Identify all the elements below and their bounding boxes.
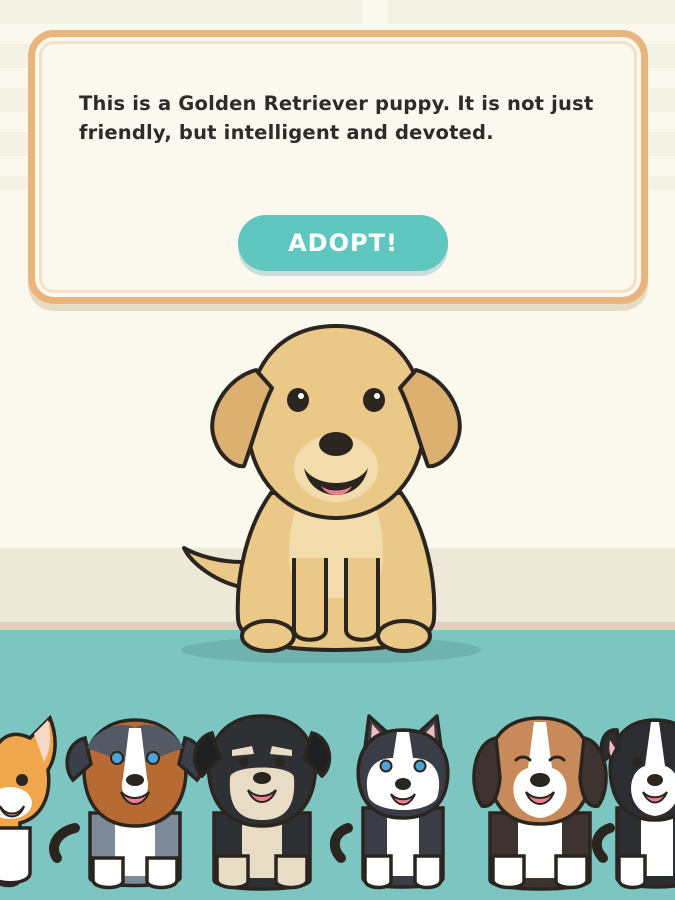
schnauzer-puppy-icon[interactable] — [192, 714, 332, 891]
australian-shepherd-puppy-icon[interactable] — [49, 718, 205, 890]
border-collie-puppy-icon[interactable] — [591, 718, 675, 890]
husky-puppy-icon[interactable] — [329, 714, 450, 890]
puppy-selection-strip — [0, 714, 675, 891]
dialog-text: This is a Golden Retriever puppy. It is … — [79, 92, 594, 144]
beagle-puppy-icon[interactable] — [472, 716, 608, 891]
corgi-puppy-icon[interactable] — [0, 714, 57, 888]
info-dialog: This is a Golden Retriever puppy. It is … — [28, 30, 648, 304]
golden-retriever-puppy-icon[interactable] — [176, 318, 496, 663]
adopt-button[interactable]: ADOPT! — [238, 215, 448, 271]
